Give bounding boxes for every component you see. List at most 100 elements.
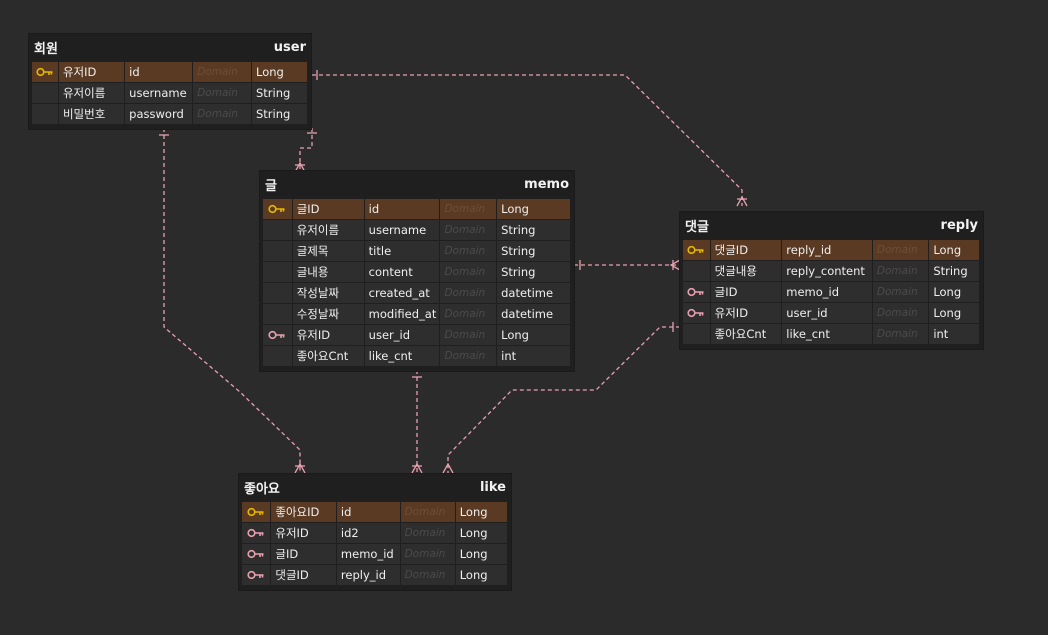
key-cell (263, 304, 292, 324)
column-logical-name: 비밀번호 (58, 104, 125, 124)
column-logical-name: 글내용 (292, 262, 364, 282)
column-type: Long (929, 282, 979, 302)
entity-like[interactable]: 좋아요 like 좋아요ID id Domain Long 유저ID id2 Domain L… (239, 474, 511, 590)
column-type: Long (929, 303, 979, 323)
column-physical-name: content (364, 262, 440, 282)
column-logical-name: 유저ID (58, 62, 125, 82)
column-domain: Domain (400, 565, 455, 585)
key-cell (263, 346, 292, 366)
column-logical-name: 유저ID (292, 325, 364, 345)
column-type: int (497, 346, 570, 366)
column-row[interactable]: 좋아요Cnt like_cnt Domain int (263, 346, 571, 367)
column-row[interactable]: 유저이름 username Domain String (263, 220, 571, 241)
column-type: String (497, 241, 570, 261)
column-type: Long (252, 62, 307, 82)
column-domain: Domain (440, 346, 497, 366)
entity-logical-name: 좋아요 (244, 481, 280, 497)
column-logical-name: 유저ID (710, 303, 782, 323)
column-domain: Domain (440, 220, 497, 240)
column-physical-name: created_at (364, 283, 440, 303)
column-row[interactable]: 글내용 content Domain String (263, 262, 571, 283)
column-type: datetime (497, 283, 570, 303)
column-type: Long (497, 325, 570, 345)
column-row[interactable]: 좋아요ID id Domain Long (242, 502, 508, 523)
column-domain: Domain (872, 282, 929, 302)
column-row[interactable]: 유저ID user_id Domain Long (683, 303, 980, 324)
entity-physical-name: memo (524, 176, 569, 192)
column-logical-name: 댓글내용 (710, 261, 782, 281)
entity-header: 좋아요 like (239, 474, 511, 500)
entity-memo[interactable]: 글 memo 글ID id Domain Long 유저이름 username Domain… (260, 171, 574, 371)
entity-reply[interactable]: 댓글 reply 댓글ID reply_id Domain Long 댓글내용 reply… (680, 212, 983, 349)
column-physical-name: like_cnt (364, 346, 440, 366)
column-row[interactable]: 비밀번호 password Domain String (32, 104, 308, 125)
column-type: Long (929, 240, 979, 260)
column-physical-name: id2 (336, 523, 400, 543)
column-logical-name: 좋아요ID (271, 502, 336, 522)
column-type: Long (455, 523, 508, 543)
primary-key-icon (683, 240, 710, 260)
entity-logical-name: 댓글 (685, 219, 709, 235)
key-cell (32, 104, 58, 124)
column-row[interactable]: 댓글ID reply_id Domain Long (683, 240, 980, 261)
column-row[interactable]: 유저ID id Domain Long (32, 62, 308, 83)
key-cell (32, 83, 58, 103)
column-logical-name: 글ID (271, 544, 336, 564)
column-row[interactable]: 유저ID id2 Domain Long (242, 523, 508, 544)
column-domain: Domain (193, 83, 251, 103)
column-row[interactable]: 좋아요Cnt like_cnt Domain int (683, 324, 980, 345)
column-physical-name: id (336, 502, 400, 522)
column-type: String (252, 104, 307, 124)
column-domain: Domain (872, 303, 929, 323)
entity-user[interactable]: 회원 user 유저ID id Domain Long 유저이름 username Doma… (29, 34, 311, 129)
column-logical-name: 작성날짜 (292, 283, 364, 303)
foreign-key-icon (242, 544, 271, 564)
key-cell (263, 262, 292, 282)
key-cell (263, 241, 292, 261)
column-domain: Domain (440, 262, 497, 282)
column-row[interactable]: 글ID memo_id Domain Long (242, 544, 508, 565)
column-physical-name: title (364, 241, 440, 261)
foreign-key-icon (683, 303, 710, 323)
column-physical-name: like_cnt (782, 324, 872, 344)
column-physical-name: reply_content (782, 261, 872, 281)
key-cell (263, 283, 292, 303)
column-logical-name: 좋아요Cnt (292, 346, 364, 366)
column-domain: Domain (440, 304, 497, 324)
column-physical-name: reply_id (336, 565, 400, 585)
entity-physical-name: reply (940, 217, 978, 233)
entity-physical-name: user (273, 39, 306, 55)
column-row[interactable]: 댓글내용 reply_content Domain String (683, 261, 980, 282)
column-logical-name: 유저ID (271, 523, 336, 543)
foreign-key-icon (242, 523, 271, 543)
entity-physical-name: like (479, 479, 506, 495)
key-cell (683, 261, 710, 281)
column-list: 좋아요ID id Domain Long 유저ID id2 Domain Long 글ID mem… (239, 500, 511, 590)
column-type: String (929, 261, 979, 281)
column-logical-name: 댓글ID (710, 240, 782, 260)
column-type: Long (455, 502, 508, 522)
column-physical-name: username (125, 83, 193, 103)
column-physical-name: password (125, 104, 193, 124)
column-domain: Domain (440, 199, 497, 219)
column-domain: Domain (400, 544, 455, 564)
column-logical-name: 수정날짜 (292, 304, 364, 324)
column-row[interactable]: 댓글ID reply_id Domain Long (242, 565, 508, 586)
primary-key-icon (242, 502, 271, 522)
entity-header: 댓글 reply (680, 212, 983, 238)
column-row[interactable]: 글ID memo_id Domain Long (683, 282, 980, 303)
primary-key-icon (32, 62, 58, 82)
column-physical-name: id (125, 62, 193, 82)
column-domain: Domain (400, 523, 455, 543)
column-logical-name: 댓글ID (271, 565, 336, 585)
column-row[interactable]: 수정날짜 modified_at Domain datetime (263, 304, 571, 325)
column-row[interactable]: 글제목 title Domain String (263, 241, 571, 262)
column-logical-name: 유저이름 (292, 220, 364, 240)
column-row[interactable]: 작성날짜 created_at Domain datetime (263, 283, 571, 304)
column-row[interactable]: 글ID id Domain Long (263, 199, 571, 220)
column-physical-name: id (364, 199, 440, 219)
column-row[interactable]: 유저이름 username Domain String (32, 83, 308, 104)
column-row[interactable]: 유저ID user_id Domain Long (263, 325, 571, 346)
column-domain: Domain (400, 502, 455, 522)
column-type: String (497, 220, 570, 240)
